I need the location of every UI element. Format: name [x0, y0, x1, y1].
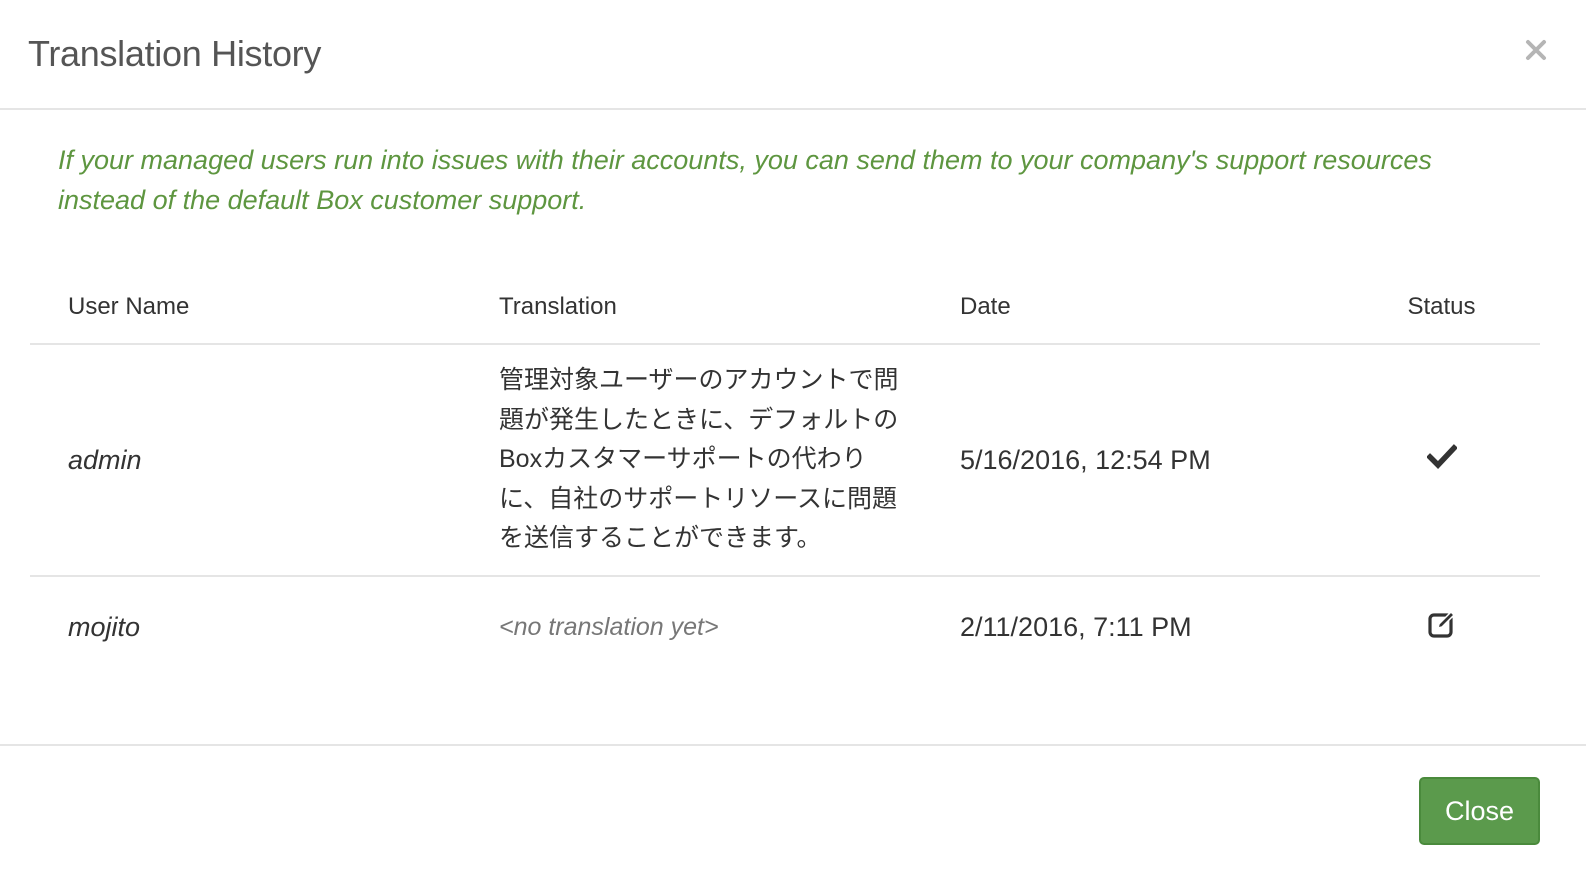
status-cell: [1373, 344, 1540, 577]
close-button[interactable]: Close: [1419, 777, 1540, 845]
checkmark-icon[interactable]: [1425, 443, 1458, 477]
dialog-body: If your managed users run into issues wi…: [0, 110, 1586, 746]
history-table: User Name Translation Date Status admin …: [30, 270, 1540, 678]
status-cell: [1373, 576, 1540, 678]
translation-history-dialog: Translation History If your managed user…: [0, 0, 1586, 884]
close-x-icon: [1516, 39, 1556, 61]
column-header-user-name: User Name: [30, 270, 461, 345]
table-header-row: User Name Translation Date Status: [30, 270, 1540, 345]
date-cell: 2/11/2016, 7:11 PM: [960, 612, 1192, 642]
translation-cell: <no translation yet>: [499, 612, 719, 641]
dialog-footer: Close: [0, 744, 1586, 884]
edit-icon[interactable]: [1427, 609, 1457, 646]
close-x-button[interactable]: [1516, 30, 1556, 70]
column-header-date: Date: [922, 270, 1373, 345]
table-row: admin 管理対象ユーザーのアカウントで問題が発生したときに、デフォルトのBo…: [30, 344, 1540, 577]
column-header-status: Status: [1373, 270, 1540, 345]
help-text: If your managed users run into issues wi…: [58, 145, 1432, 215]
dialog-header: Translation History: [0, 0, 1586, 110]
date-cell: 5/16/2016, 12:54 PM: [922, 344, 1373, 577]
user-name-cell: mojito: [68, 612, 141, 642]
dialog-title: Translation History: [28, 33, 322, 74]
table-row: mojito <no translation yet> 2/11/2016, 7…: [30, 576, 1540, 678]
user-name-cell: admin: [30, 344, 461, 577]
column-header-translation: Translation: [461, 270, 922, 345]
translation-cell: 管理対象ユーザーのアカウントで問題が発生したときに、デフォルトのBoxカスタマー…: [461, 344, 922, 577]
